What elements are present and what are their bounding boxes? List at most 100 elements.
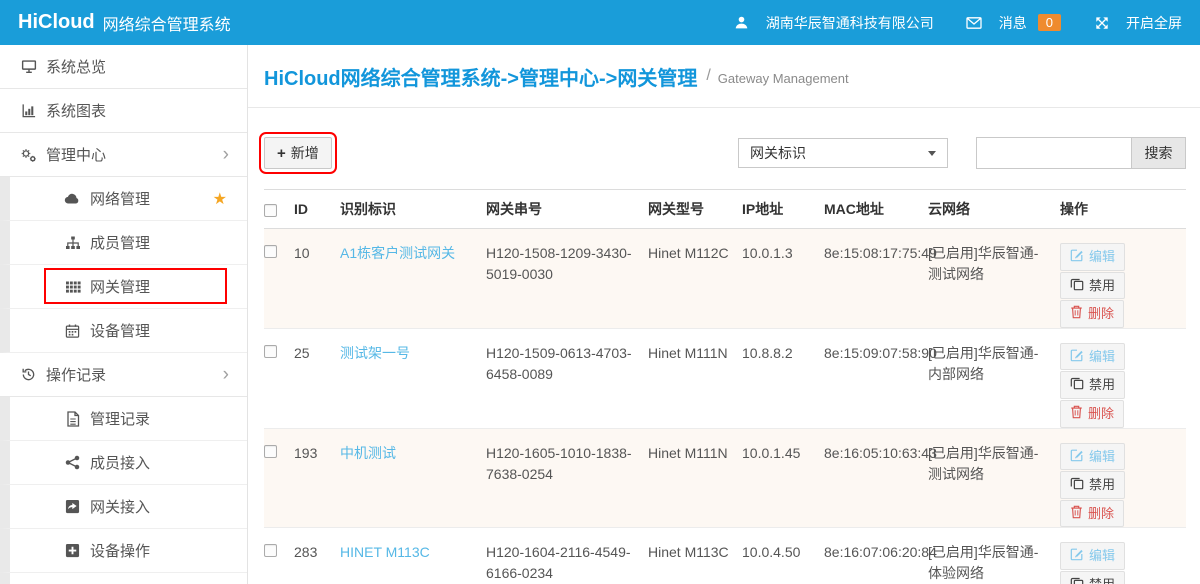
filter-selected-value: 网关标识 [750, 143, 806, 163]
mail-icon [966, 15, 983, 31]
history-icon [20, 367, 37, 383]
gateway-name-link[interactable]: A1栋客户测试网关 [340, 245, 455, 261]
gateway-name-link[interactable]: 测试架一号 [340, 345, 410, 361]
col-header-mac: MAC地址 [824, 190, 928, 229]
sidebar-item-label: 管理记录 [90, 408, 150, 429]
fullscreen-label: 开启全屏 [1126, 13, 1182, 33]
cell-mac: 8e:15:08:17:75:49 [824, 229, 928, 329]
share-square-icon [64, 499, 81, 515]
gateway-name-link[interactable]: 中机测试 [340, 445, 396, 461]
sidebar-item-management-center[interactable]: 管理中心 › [0, 133, 247, 177]
delete-button[interactable]: 删除 [1060, 300, 1124, 328]
add-button[interactable]: + 新增 [264, 137, 332, 169]
select-all-checkbox[interactable] [264, 204, 277, 217]
cell-model: Hinet M112C [648, 229, 742, 329]
main-content: HiCloud网络综合管理系统->管理中心->网关管理 / Gateway Ma… [248, 45, 1200, 584]
col-header-model: 网关型号 [648, 190, 742, 229]
share-icon [64, 455, 81, 471]
calendar-icon [64, 323, 81, 339]
add-button-label: 新增 [291, 143, 319, 163]
edit-icon [1070, 448, 1084, 466]
brand-logo: HiCloud [18, 11, 95, 34]
sidebar-item-system-charts[interactable]: 系统图表 [0, 89, 247, 133]
sidebar-item-device-operations[interactable]: 设备操作 [0, 529, 247, 573]
col-header-name: 识别标识 [340, 190, 486, 229]
messages-count-badge: 0 [1038, 14, 1061, 31]
col-header-serial: 网关串号 [486, 190, 648, 229]
gateway-table: ID 识别标识 网关串号 网关型号 IP地址 MAC地址 云网络 操作 10 [264, 189, 1186, 584]
chevron-right-icon: › [223, 145, 229, 164]
delete-label: 删除 [1088, 506, 1114, 522]
sidebar-item-label: 设备管理 [90, 320, 150, 341]
sidebar-item-gateway-management[interactable]: 网关管理 [0, 265, 247, 309]
sidebar-item-label: 系统图表 [46, 100, 106, 121]
cell-model: Hinet M113C [648, 528, 742, 584]
cell-network: [已启用]华辰智通-测试网络 [928, 428, 1060, 528]
cell-ip: 10.0.4.50 [742, 528, 824, 584]
edit-button[interactable]: 编辑 [1060, 343, 1125, 371]
row-checkbox[interactable] [264, 544, 277, 557]
page-title: HiCloud网络综合管理系统->管理中心->网关管理 [264, 62, 697, 91]
sidebar-item-gateway-access[interactable]: 网关接入 [0, 485, 247, 529]
toolbar-right-group: 网关标识 搜索 [738, 137, 1186, 169]
sitemap-icon [64, 235, 81, 251]
edit-button[interactable]: 编辑 [1060, 542, 1125, 570]
cell-ip: 10.8.8.2 [742, 328, 824, 428]
sidebar-item-operation-records[interactable]: 操作记录 › [0, 353, 247, 397]
filter-select[interactable]: 网关标识 [738, 138, 948, 168]
sidebar-item-member-management[interactable]: 成员管理 [0, 221, 247, 265]
search-button[interactable]: 搜索 [1131, 137, 1186, 169]
sidebar-item-network-management[interactable]: 网络管理 ★ [0, 177, 247, 221]
disable-button[interactable]: 禁用 [1060, 571, 1125, 584]
edit-label: 编辑 [1089, 349, 1115, 365]
edit-button[interactable]: 编辑 [1060, 243, 1125, 271]
cogs-icon [20, 147, 37, 163]
disable-label: 禁用 [1089, 377, 1115, 393]
app-window: HiCloud 网络综合管理系统 湖南华辰智通科技有限公司 消息 0 开启 [0, 0, 1200, 584]
edit-button[interactable]: 编辑 [1060, 443, 1125, 471]
delete-button[interactable]: 删除 [1060, 500, 1124, 528]
fullscreen-button[interactable]: 开启全屏 [1093, 13, 1182, 33]
sidebar-item-label: 网关接入 [90, 496, 150, 517]
cell-id: 25 [294, 328, 340, 428]
sidebar-item-label: 网关管理 [90, 276, 150, 297]
sidebar-item-label: 系统总览 [46, 56, 106, 77]
edit-icon [1070, 248, 1084, 266]
disable-button[interactable]: 禁用 [1060, 471, 1125, 499]
cell-mac: 8e:16:05:10:63:43 [824, 428, 928, 528]
gateway-name-link[interactable]: HINET M113C [340, 544, 430, 560]
col-header-network: 云网络 [928, 190, 1060, 229]
edit-label: 编辑 [1089, 249, 1115, 265]
delete-label: 删除 [1088, 306, 1114, 322]
row-checkbox[interactable] [264, 445, 277, 458]
expand-icon [1093, 15, 1110, 31]
sidebar-item-device-management[interactable]: 设备管理 [0, 309, 247, 353]
cell-serial: H120-1605-1010-1838-7638-0254 [486, 428, 648, 528]
trash-icon [1070, 505, 1083, 523]
sidebar-item-system-overview[interactable]: 系统总览 [0, 45, 247, 89]
search-input[interactable] [976, 137, 1132, 169]
sidebar: 系统总览 系统图表 管理中心 › 网络管理 ★ [0, 45, 248, 584]
disable-label: 禁用 [1089, 278, 1115, 294]
delete-button[interactable]: 删除 [1060, 400, 1124, 428]
messages-menu[interactable]: 消息 0 [966, 13, 1061, 33]
grid-icon [64, 279, 81, 295]
sidebar-item-member-access[interactable]: 成员接入 [0, 441, 247, 485]
trash-icon [1070, 405, 1083, 423]
row-actions: 编辑 禁用 删除 [1060, 542, 1178, 584]
table-row: 283 HINET M113C H120-1604-2116-4549-6166… [264, 528, 1186, 584]
disable-button[interactable]: 禁用 [1060, 371, 1125, 399]
table-row: 193 中机测试 H120-1605-1010-1838-7638-0254 H… [264, 428, 1186, 528]
sidebar-item-management-records[interactable]: 管理记录 [0, 397, 247, 441]
row-checkbox[interactable] [264, 245, 277, 258]
company-menu[interactable]: 湖南华辰智通科技有限公司 [733, 13, 934, 33]
star-icon: ★ [213, 189, 227, 209]
disable-button[interactable]: 禁用 [1060, 272, 1125, 300]
row-actions: 编辑 禁用 删除 [1060, 343, 1178, 428]
disable-icon [1070, 277, 1084, 295]
disable-label: 禁用 [1089, 577, 1115, 584]
row-checkbox[interactable] [264, 345, 277, 358]
cell-id: 10 [294, 229, 340, 329]
sidebar-item-label: 管理中心 [46, 144, 106, 165]
table-row: 25 测试架一号 H120-1509-0613-4703-6458-0089 H… [264, 328, 1186, 428]
